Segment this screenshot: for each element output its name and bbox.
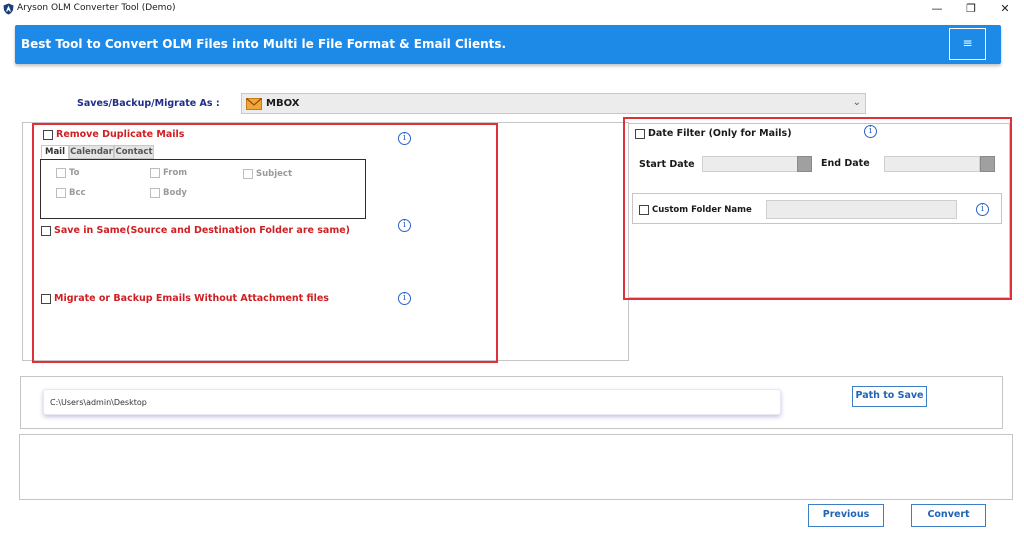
format-label: Saves/Backup/Migrate As :: [77, 98, 220, 109]
hamburger-icon: ≡: [962, 36, 973, 50]
log-panel: [19, 434, 1013, 500]
start-date-label: Start Date: [639, 159, 695, 170]
close-button[interactable]: ✕: [994, 1, 1016, 17]
hamburger-menu-button[interactable]: ≡: [949, 28, 986, 60]
banner-tagline: Best Tool to Convert OLM Files into Mult…: [21, 37, 507, 51]
envelope-icon: [246, 98, 262, 110]
start-date-input[interactable]: [702, 156, 798, 172]
app-logo-icon: [3, 3, 14, 15]
remove-duplicates-label: Remove Duplicate Mails: [56, 129, 185, 140]
title-bar: Aryson OLM Converter Tool (Demo) — ❐ ✕: [0, 0, 1024, 18]
custom-folder-checkbox[interactable]: [639, 205, 649, 215]
format-dropdown[interactable]: MBOX ⌄: [241, 93, 866, 114]
tab-contact[interactable]: Contact: [114, 145, 154, 159]
info-icon[interactable]: i: [398, 292, 411, 305]
from-checkbox[interactable]: [150, 168, 160, 178]
end-date-input[interactable]: [884, 156, 980, 172]
tab-calendar[interactable]: Calendar: [69, 145, 114, 159]
start-date-picker-button[interactable]: [797, 156, 812, 172]
save-in-same-label: Save in Same(Source and Destination Fold…: [54, 225, 351, 236]
save-in-same-checkbox[interactable]: [41, 226, 51, 236]
path-to-save-button[interactable]: Path to Save: [852, 386, 927, 407]
date-filter-checkbox[interactable]: [635, 129, 645, 139]
custom-folder-input[interactable]: [766, 200, 957, 219]
info-icon[interactable]: i: [398, 219, 411, 232]
convert-button[interactable]: Convert: [911, 504, 986, 527]
info-icon[interactable]: i: [976, 203, 989, 216]
body-label: Body: [163, 188, 187, 198]
custom-folder-label: Custom Folder Name: [652, 205, 752, 215]
format-selected-value: MBOX: [266, 98, 300, 109]
bcc-label: Bcc: [69, 188, 86, 198]
bcc-checkbox[interactable]: [56, 188, 66, 198]
date-filter-label: Date Filter (Only for Mails): [648, 128, 792, 139]
destination-path-text: C:\Users\admin\Desktop: [50, 398, 147, 407]
without-attachment-checkbox[interactable]: [41, 294, 51, 304]
header-banner: Best Tool to Convert OLM Files into Mult…: [15, 25, 1001, 64]
destination-path-field[interactable]: C:\Users\admin\Desktop: [43, 389, 781, 415]
end-date-label: End Date: [821, 158, 870, 169]
to-checkbox[interactable]: [56, 168, 66, 178]
minimize-button[interactable]: —: [926, 1, 948, 17]
info-icon[interactable]: i: [398, 132, 411, 145]
end-date-picker-button[interactable]: [980, 156, 995, 172]
body-checkbox[interactable]: [150, 188, 160, 198]
subject-label: Subject: [256, 169, 293, 179]
mail-fields-box: [40, 159, 366, 219]
remove-duplicates-checkbox[interactable]: [43, 130, 53, 140]
subject-checkbox[interactable]: [243, 169, 253, 179]
window-title: Aryson OLM Converter Tool (Demo): [17, 3, 176, 13]
from-label: From: [163, 168, 188, 178]
info-icon[interactable]: i: [864, 125, 877, 138]
to-label: To: [69, 168, 80, 178]
tab-mail[interactable]: Mail: [41, 145, 69, 159]
restore-button[interactable]: ❐: [960, 1, 982, 17]
previous-button[interactable]: Previous: [808, 504, 884, 527]
chevron-down-icon: ⌄: [852, 97, 861, 108]
without-attachment-label: Migrate or Backup Emails Without Attachm…: [54, 293, 329, 304]
